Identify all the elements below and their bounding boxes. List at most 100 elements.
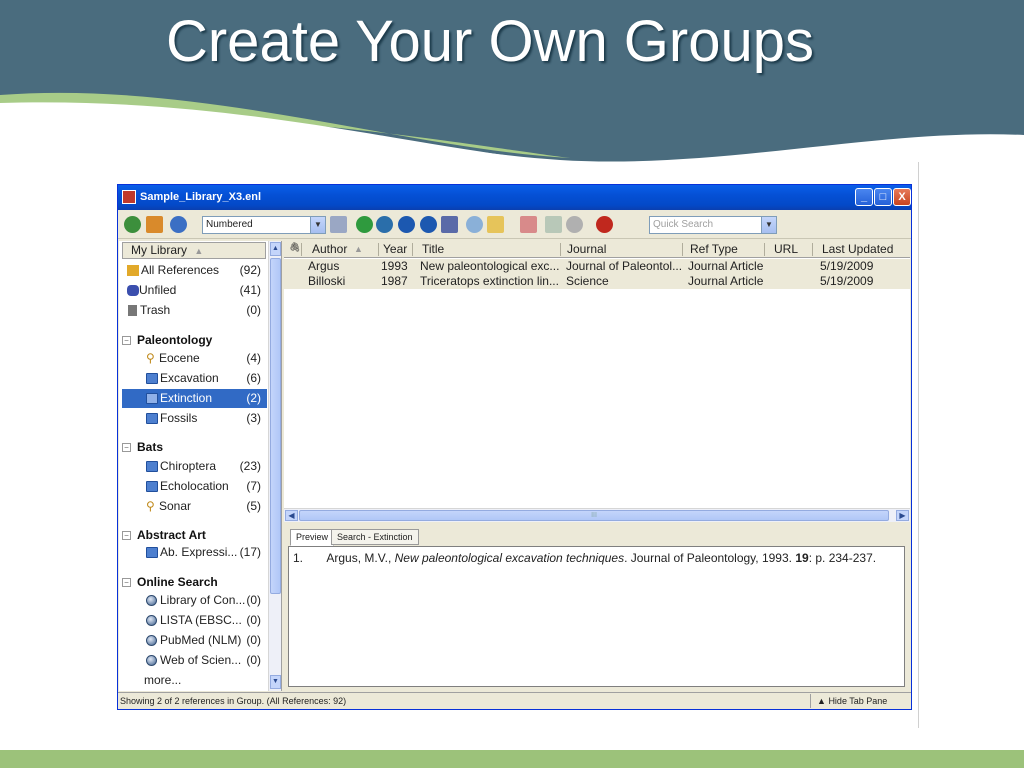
close-button[interactable]: X xyxy=(893,188,911,206)
scroll-down-icon[interactable]: ▼ xyxy=(270,675,281,689)
group-label: Eocene xyxy=(159,351,200,365)
scrollbar-thumb[interactable]: III xyxy=(299,510,889,521)
group-set-online-search[interactable]: − Online Search xyxy=(122,575,218,589)
preview-body: 1. Argus, M.V., New paleontological exca… xyxy=(288,546,905,687)
group-fossils[interactable]: Fossils (3) xyxy=(122,409,267,428)
scroll-up-icon[interactable]: ▲ xyxy=(270,242,281,256)
online-search-icon xyxy=(146,595,157,606)
hide-tab-pane-button[interactable]: ▲ Hide Tab Pane xyxy=(810,694,900,708)
group-label: Ab. Expressi... xyxy=(160,545,238,559)
group-set-abstract-art[interactable]: − Abstract Art xyxy=(122,528,206,542)
local-library-mode-icon[interactable] xyxy=(124,216,141,233)
column-url[interactable]: URL xyxy=(774,242,798,256)
group-set-paleontology[interactable]: − Paleontology xyxy=(122,333,212,347)
attachment-column-icon[interactable]: 🖇 xyxy=(289,242,300,253)
group-chiroptera[interactable]: Chiroptera (23) xyxy=(122,457,267,476)
group-set-bats[interactable]: − Bats xyxy=(122,440,163,454)
online-web-of-science[interactable]: Web of Scien... (0) xyxy=(122,651,267,670)
tab-search-extinction[interactable]: Search - Extinction xyxy=(331,529,419,545)
my-library-header[interactable]: My Library ▲ xyxy=(122,242,266,259)
upload-icon[interactable] xyxy=(420,216,437,233)
all-references-item[interactable]: All References (92) xyxy=(122,261,267,280)
smart-group-icon: ⚲ xyxy=(146,499,155,513)
cell-author: Billoski xyxy=(308,274,346,288)
output-style-select[interactable]: Numbered ▼ xyxy=(202,216,326,234)
collapse-icon[interactable]: − xyxy=(122,578,131,587)
scroll-right-icon[interactable]: ▶ xyxy=(896,510,909,521)
output-style-value: Numbered xyxy=(206,219,253,230)
more-link[interactable]: more... xyxy=(122,671,267,690)
collapse-icon[interactable]: − xyxy=(122,443,131,452)
group-sonar[interactable]: ⚲ Sonar (5) xyxy=(122,497,267,516)
group-excavation[interactable]: Excavation (6) xyxy=(122,369,267,388)
reference-list-header: 🖇 Author ▲ Year Title Journal Ref Type U… xyxy=(284,241,910,258)
maximize-button[interactable]: □ xyxy=(874,188,892,206)
citation-pages: : p. 234-237. xyxy=(808,551,877,565)
chevron-down-icon[interactable]: ▼ xyxy=(761,217,776,233)
group-echolocation[interactable]: Echolocation (7) xyxy=(122,477,267,496)
trash-icon xyxy=(128,305,137,316)
trash-item[interactable]: Trash (0) xyxy=(122,301,267,320)
unfiled-item[interactable]: Unfiled (41) xyxy=(122,281,267,300)
collapse-icon[interactable]: − xyxy=(122,336,131,345)
cell-ref-type: Journal Article xyxy=(688,259,764,273)
online-search-mode-icon[interactable] xyxy=(170,216,187,233)
group-extinction[interactable]: Extinction (2) xyxy=(122,389,267,408)
cell-last-updated: 5/19/2009 xyxy=(820,274,874,288)
column-author[interactable]: Author xyxy=(312,242,347,256)
scrollbar-thumb[interactable] xyxy=(270,258,281,594)
group-pane-scrollbar[interactable]: ▲ ▼ xyxy=(268,241,281,691)
attach-file-icon[interactable] xyxy=(466,216,483,233)
group-ab-expressionism[interactable]: Ab. Expressi... (17) xyxy=(122,543,267,562)
group-label: Web of Scien... xyxy=(160,653,242,667)
download-icon[interactable] xyxy=(398,216,415,233)
arrow-up-icon: ▲ xyxy=(817,696,826,706)
column-last-updated[interactable]: Last Updated xyxy=(822,242,893,256)
window-titlebar[interactable]: Sample_Library_X3.enl _ □ X xyxy=(118,185,911,210)
status-text: Showing 2 of 2 references in Group. (All… xyxy=(120,696,347,706)
online-lista[interactable]: LISTA (EBSC... (0) xyxy=(122,611,267,630)
help-icon[interactable] xyxy=(596,216,613,233)
table-row[interactable]: Billoski 1987 Triceratops extinction lin… xyxy=(284,274,910,289)
tab-preview[interactable]: Preview xyxy=(290,529,335,546)
open-link-icon[interactable] xyxy=(441,216,458,233)
minimize-button[interactable]: _ xyxy=(855,188,873,206)
reference-list-hscrollbar[interactable]: ◀ III ▶ xyxy=(284,508,910,522)
integrated-library-icon[interactable] xyxy=(146,216,163,233)
online-library-of-congress[interactable]: Library of Con... (0) xyxy=(122,591,267,610)
group-label: Fossils xyxy=(160,411,198,425)
smart-group-icon: ⚲ xyxy=(146,351,155,365)
formatted-citation: 1. Argus, M.V., New paleontological exca… xyxy=(293,551,876,565)
collapse-icon[interactable]: − xyxy=(122,531,131,540)
open-file-icon[interactable] xyxy=(487,216,504,233)
word-icon[interactable] xyxy=(566,216,583,233)
citation-volume: 19 xyxy=(795,551,809,565)
find-full-text-icon[interactable] xyxy=(376,216,393,233)
column-ref-type[interactable]: Ref Type xyxy=(690,242,738,256)
group-eocene[interactable]: ⚲ Eocene (4) xyxy=(122,349,267,368)
new-reference-icon[interactable] xyxy=(356,216,373,233)
citation-title: New paleontological excavation technique… xyxy=(394,551,625,565)
quick-search-placeholder: Quick Search xyxy=(653,219,714,230)
chevron-down-icon[interactable]: ▼ xyxy=(310,217,325,233)
all-references-icon xyxy=(127,265,139,276)
column-year[interactable]: Year xyxy=(383,242,407,256)
group-label: LISTA (EBSC... xyxy=(160,613,242,627)
format-paper-icon[interactable] xyxy=(520,216,537,233)
online-pubmed[interactable]: PubMed (NLM) (0) xyxy=(122,631,267,650)
column-title[interactable]: Title xyxy=(422,242,444,256)
cell-journal: Journal of Paleontol... xyxy=(566,259,683,273)
outline-icon[interactable] xyxy=(545,216,562,233)
insert-citation-icon[interactable] xyxy=(330,216,347,233)
group-count: (23) xyxy=(239,459,261,473)
toolbar: Numbered ▼ Quick Search ▼ xyxy=(118,211,911,239)
group-set-label: Abstract Art xyxy=(137,528,206,542)
table-row[interactable]: Argus 1993 New paleontological exc... Jo… xyxy=(284,259,910,274)
column-journal[interactable]: Journal xyxy=(567,242,606,256)
cell-title: Triceratops extinction lin... xyxy=(420,274,559,288)
more-label: more... xyxy=(144,673,182,687)
quick-search-input[interactable]: Quick Search ▼ xyxy=(649,216,777,234)
scroll-left-icon[interactable]: ◀ xyxy=(285,510,298,521)
folder-icon xyxy=(146,461,158,472)
sidebar-item-count: (92) xyxy=(239,263,261,277)
